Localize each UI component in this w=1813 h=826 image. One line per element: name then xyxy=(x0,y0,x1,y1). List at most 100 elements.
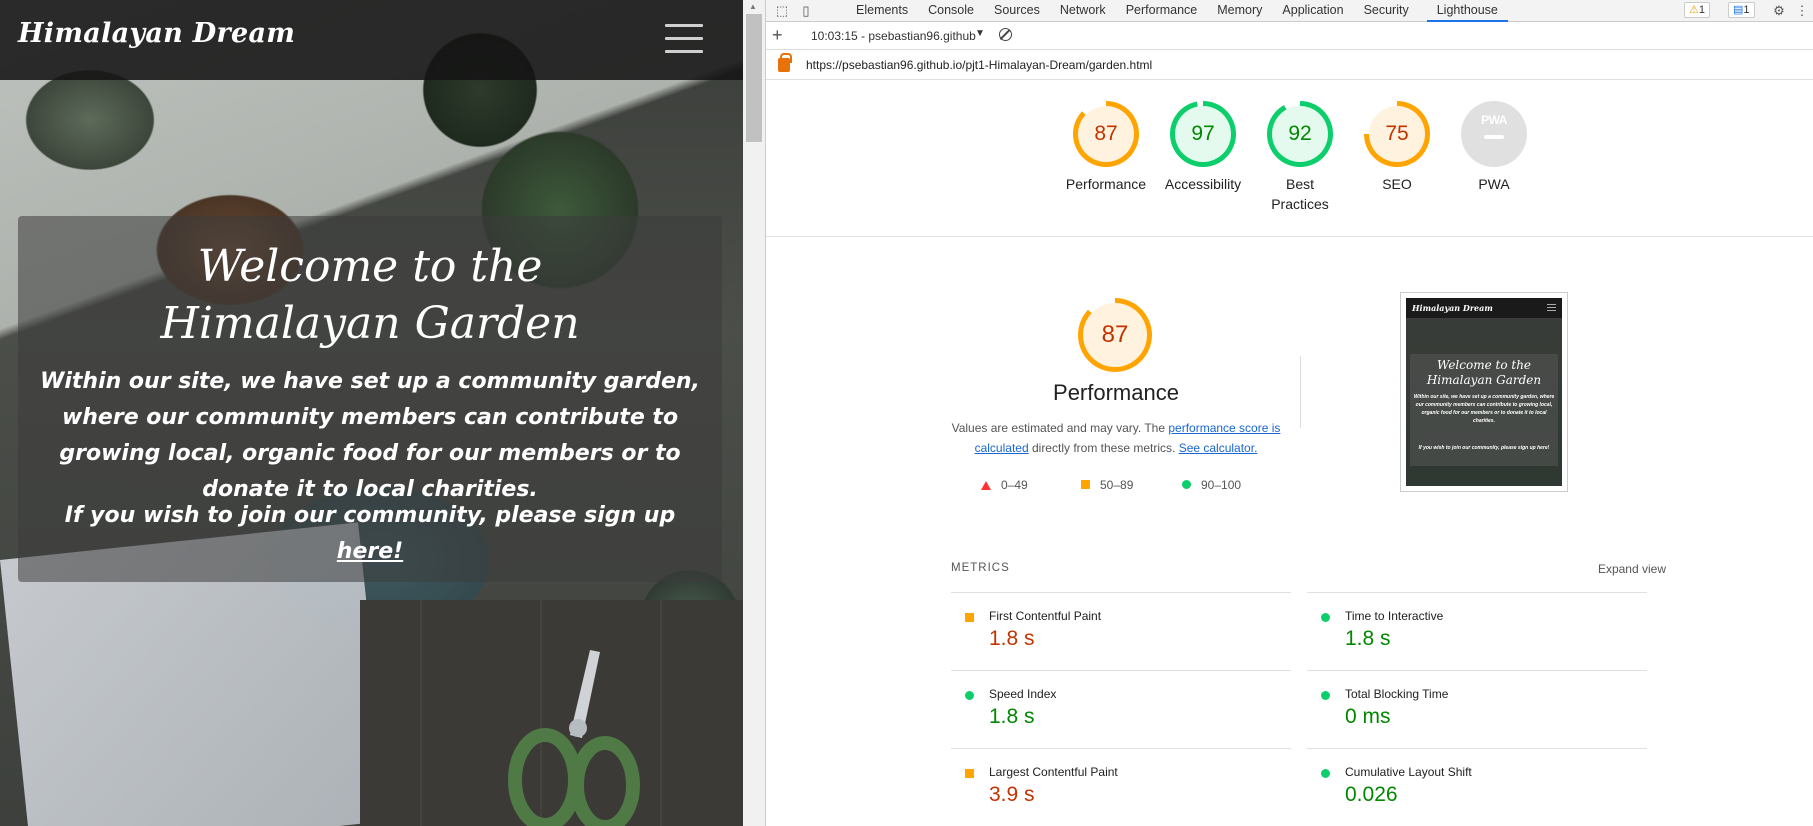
score-value: 75 xyxy=(1385,122,1409,145)
metric-name: Cumulative Layout Shift xyxy=(1345,765,1472,779)
metric-speed-index: Speed Index 1.8 s xyxy=(951,670,1291,748)
metric-value: 3.9 s xyxy=(989,783,1035,806)
metrics-heading: METRICS xyxy=(951,562,1010,574)
thumb-signup-text: If you wish to join our community, pleas… xyxy=(1418,445,1550,451)
see-calculator-link[interactable]: See calculator. xyxy=(1179,441,1258,455)
warnings-badge[interactable]: ⚠1 xyxy=(1684,2,1710,18)
lighthouse-icon xyxy=(778,53,792,72)
score-gauge-seo[interactable]: 75 xyxy=(1364,101,1430,167)
settings-gear-icon[interactable]: ⚙ xyxy=(1771,3,1787,19)
legend-fail: 0–49 xyxy=(981,478,1028,492)
orange-square-icon xyxy=(965,613,974,622)
pwa-badge-text: PWA xyxy=(1481,113,1507,127)
tab-application[interactable]: Application xyxy=(1272,0,1353,22)
performance-description: Values are estimated and may vary. The p… xyxy=(951,418,1281,458)
site-scrollbar[interactable]: ▲ xyxy=(743,0,765,826)
inspect-element-icon[interactable]: ⬚ xyxy=(774,3,790,19)
scissors-image xyxy=(508,650,640,826)
thumb-title: Welcome to the Himalayan Garden xyxy=(1426,358,1542,387)
devtools-tabs: Elements Console Sources Network Perform… xyxy=(846,0,1508,22)
more-options-icon[interactable]: ⋮ xyxy=(1794,3,1810,19)
lighthouse-toolbar: + 10:03:15 - psebastian96.github ▼ xyxy=(766,22,1813,50)
device-toolbar-icon[interactable]: ▯ xyxy=(798,3,814,19)
green-circle-icon xyxy=(1321,613,1330,622)
vertical-divider xyxy=(1300,356,1301,428)
thumb-menu-icon xyxy=(1547,304,1556,311)
scrollbar-thumb[interactable] xyxy=(746,14,762,142)
final-screenshot-thumbnail[interactable]: Himalayan Dream Welcome to the Himalayan… xyxy=(1400,292,1568,492)
score-gauge-performance[interactable]: 87 xyxy=(1073,101,1139,167)
message-icon: ▤ xyxy=(1733,4,1744,16)
report-selector[interactable]: 10:03:15 - psebastian96.github xyxy=(811,29,976,43)
pwa-dash-icon xyxy=(1484,135,1504,139)
metric-value: 0 ms xyxy=(1345,705,1391,728)
tab-security[interactable]: Security xyxy=(1354,0,1419,22)
metric-first-contentful-paint: First Contentful Paint 1.8 s xyxy=(951,592,1291,670)
green-circle-icon xyxy=(1321,691,1330,700)
score-value: 97 xyxy=(1191,122,1215,145)
thumbnail-content: Himalayan Dream Welcome to the Himalayan… xyxy=(1406,298,1562,486)
green-circle-icon xyxy=(1182,480,1191,489)
messages-badge[interactable]: ▤1 xyxy=(1728,2,1755,18)
legend-pass: 90–100 xyxy=(1182,478,1241,492)
clear-reports-icon[interactable] xyxy=(999,28,1012,41)
tab-memory[interactable]: Memory xyxy=(1207,0,1272,22)
score-value: 87 xyxy=(1094,122,1118,145)
metric-value: 1.8 s xyxy=(989,705,1035,728)
desc-text: Values are estimated and may vary. The xyxy=(951,421,1169,435)
tab-elements[interactable]: Elements xyxy=(846,0,918,22)
metric-cumulative-layout-shift: Cumulative Layout Shift 0.026 xyxy=(1307,748,1647,826)
screen: Himalayan Dream Welcome to the Himalayan… xyxy=(0,0,1813,826)
site-brand[interactable]: Himalayan Dream xyxy=(18,18,295,49)
thumb-brand: Himalayan Dream xyxy=(1412,303,1493,313)
metric-value: 1.8 s xyxy=(1345,627,1391,650)
report-dropdown-icon[interactable]: ▼ xyxy=(975,28,985,39)
legend-average: 50–89 xyxy=(1081,478,1133,492)
site-navbar: Himalayan Dream xyxy=(0,0,743,80)
tab-console[interactable]: Console xyxy=(918,0,984,22)
metric-value: 1.8 s xyxy=(989,627,1035,650)
warnings-count: 1 xyxy=(1698,4,1705,16)
tab-performance[interactable]: Performance xyxy=(1116,0,1208,22)
tab-lighthouse[interactable]: Lighthouse xyxy=(1426,0,1508,22)
green-circle-icon xyxy=(965,691,974,700)
scroll-up-arrow-icon[interactable]: ▲ xyxy=(749,2,757,11)
desc-text: directly from these metrics. xyxy=(1028,441,1179,455)
devtools-tabbar: ⬚ ▯ Elements Console Sources Network Per… xyxy=(766,0,1813,22)
tab-sources[interactable]: Sources xyxy=(984,0,1050,22)
metric-name: Largest Contentful Paint xyxy=(989,765,1118,779)
metric-time-to-interactive: Time to Interactive 1.8 s xyxy=(1307,592,1647,670)
orange-square-icon xyxy=(1081,480,1090,489)
metric-total-blocking-time: Total Blocking Time 0 ms xyxy=(1307,670,1647,748)
hero-intro-text: Within our site, we have set up a commun… xyxy=(40,369,700,502)
thumb-text: Within our site, we have set up a commun… xyxy=(1413,394,1555,424)
signup-here-link[interactable]: here! xyxy=(337,539,403,564)
lighthouse-report: 87 Performance 97 Accessibility 92 Best … xyxy=(766,80,1813,826)
score-gauge-pwa[interactable]: PWA xyxy=(1461,101,1527,167)
site-preview: Himalayan Dream Welcome to the Himalayan… xyxy=(0,0,743,826)
hero-title: Welcome to the Himalayan Garden xyxy=(160,241,580,349)
metric-largest-contentful-paint: Largest Contentful Paint 3.9 s xyxy=(951,748,1291,826)
report-url-bar: https://psebastian96.github.io/pjt1-Hima… xyxy=(766,50,1813,80)
metric-name: Total Blocking Time xyxy=(1345,687,1449,701)
score-gauge-accessibility[interactable]: 97 xyxy=(1170,101,1236,167)
metric-name: Speed Index xyxy=(989,687,1057,701)
expand-view-toggle[interactable]: Expand view xyxy=(1506,562,1666,576)
legend-label: 0–49 xyxy=(1001,478,1028,492)
performance-big-gauge: 87 xyxy=(1078,298,1152,372)
metric-name: Time to Interactive xyxy=(1345,609,1444,623)
score-gauge-best-practices[interactable]: 92 xyxy=(1267,101,1333,167)
tab-network[interactable]: Network xyxy=(1050,0,1116,22)
warning-icon: ⚠ xyxy=(1689,4,1699,16)
metric-name: First Contentful Paint xyxy=(989,609,1102,623)
report-url[interactable]: https://psebastian96.github.io/pjt1-Hima… xyxy=(806,58,1152,72)
signup-prefix: If you wish to join our community, pleas… xyxy=(64,503,676,528)
score-value: 92 xyxy=(1288,122,1312,145)
hero-panel: Welcome to the Himalayan Garden Within o… xyxy=(18,216,722,582)
new-report-icon[interactable]: + xyxy=(772,25,783,45)
performance-title: Performance xyxy=(1053,380,1179,405)
metric-value: 0.026 xyxy=(1345,783,1398,806)
hamburger-menu-icon[interactable] xyxy=(665,24,703,54)
performance-score: 87 xyxy=(1101,321,1129,348)
devtools-panel: ⬚ ▯ Elements Console Sources Network Per… xyxy=(765,0,1813,826)
